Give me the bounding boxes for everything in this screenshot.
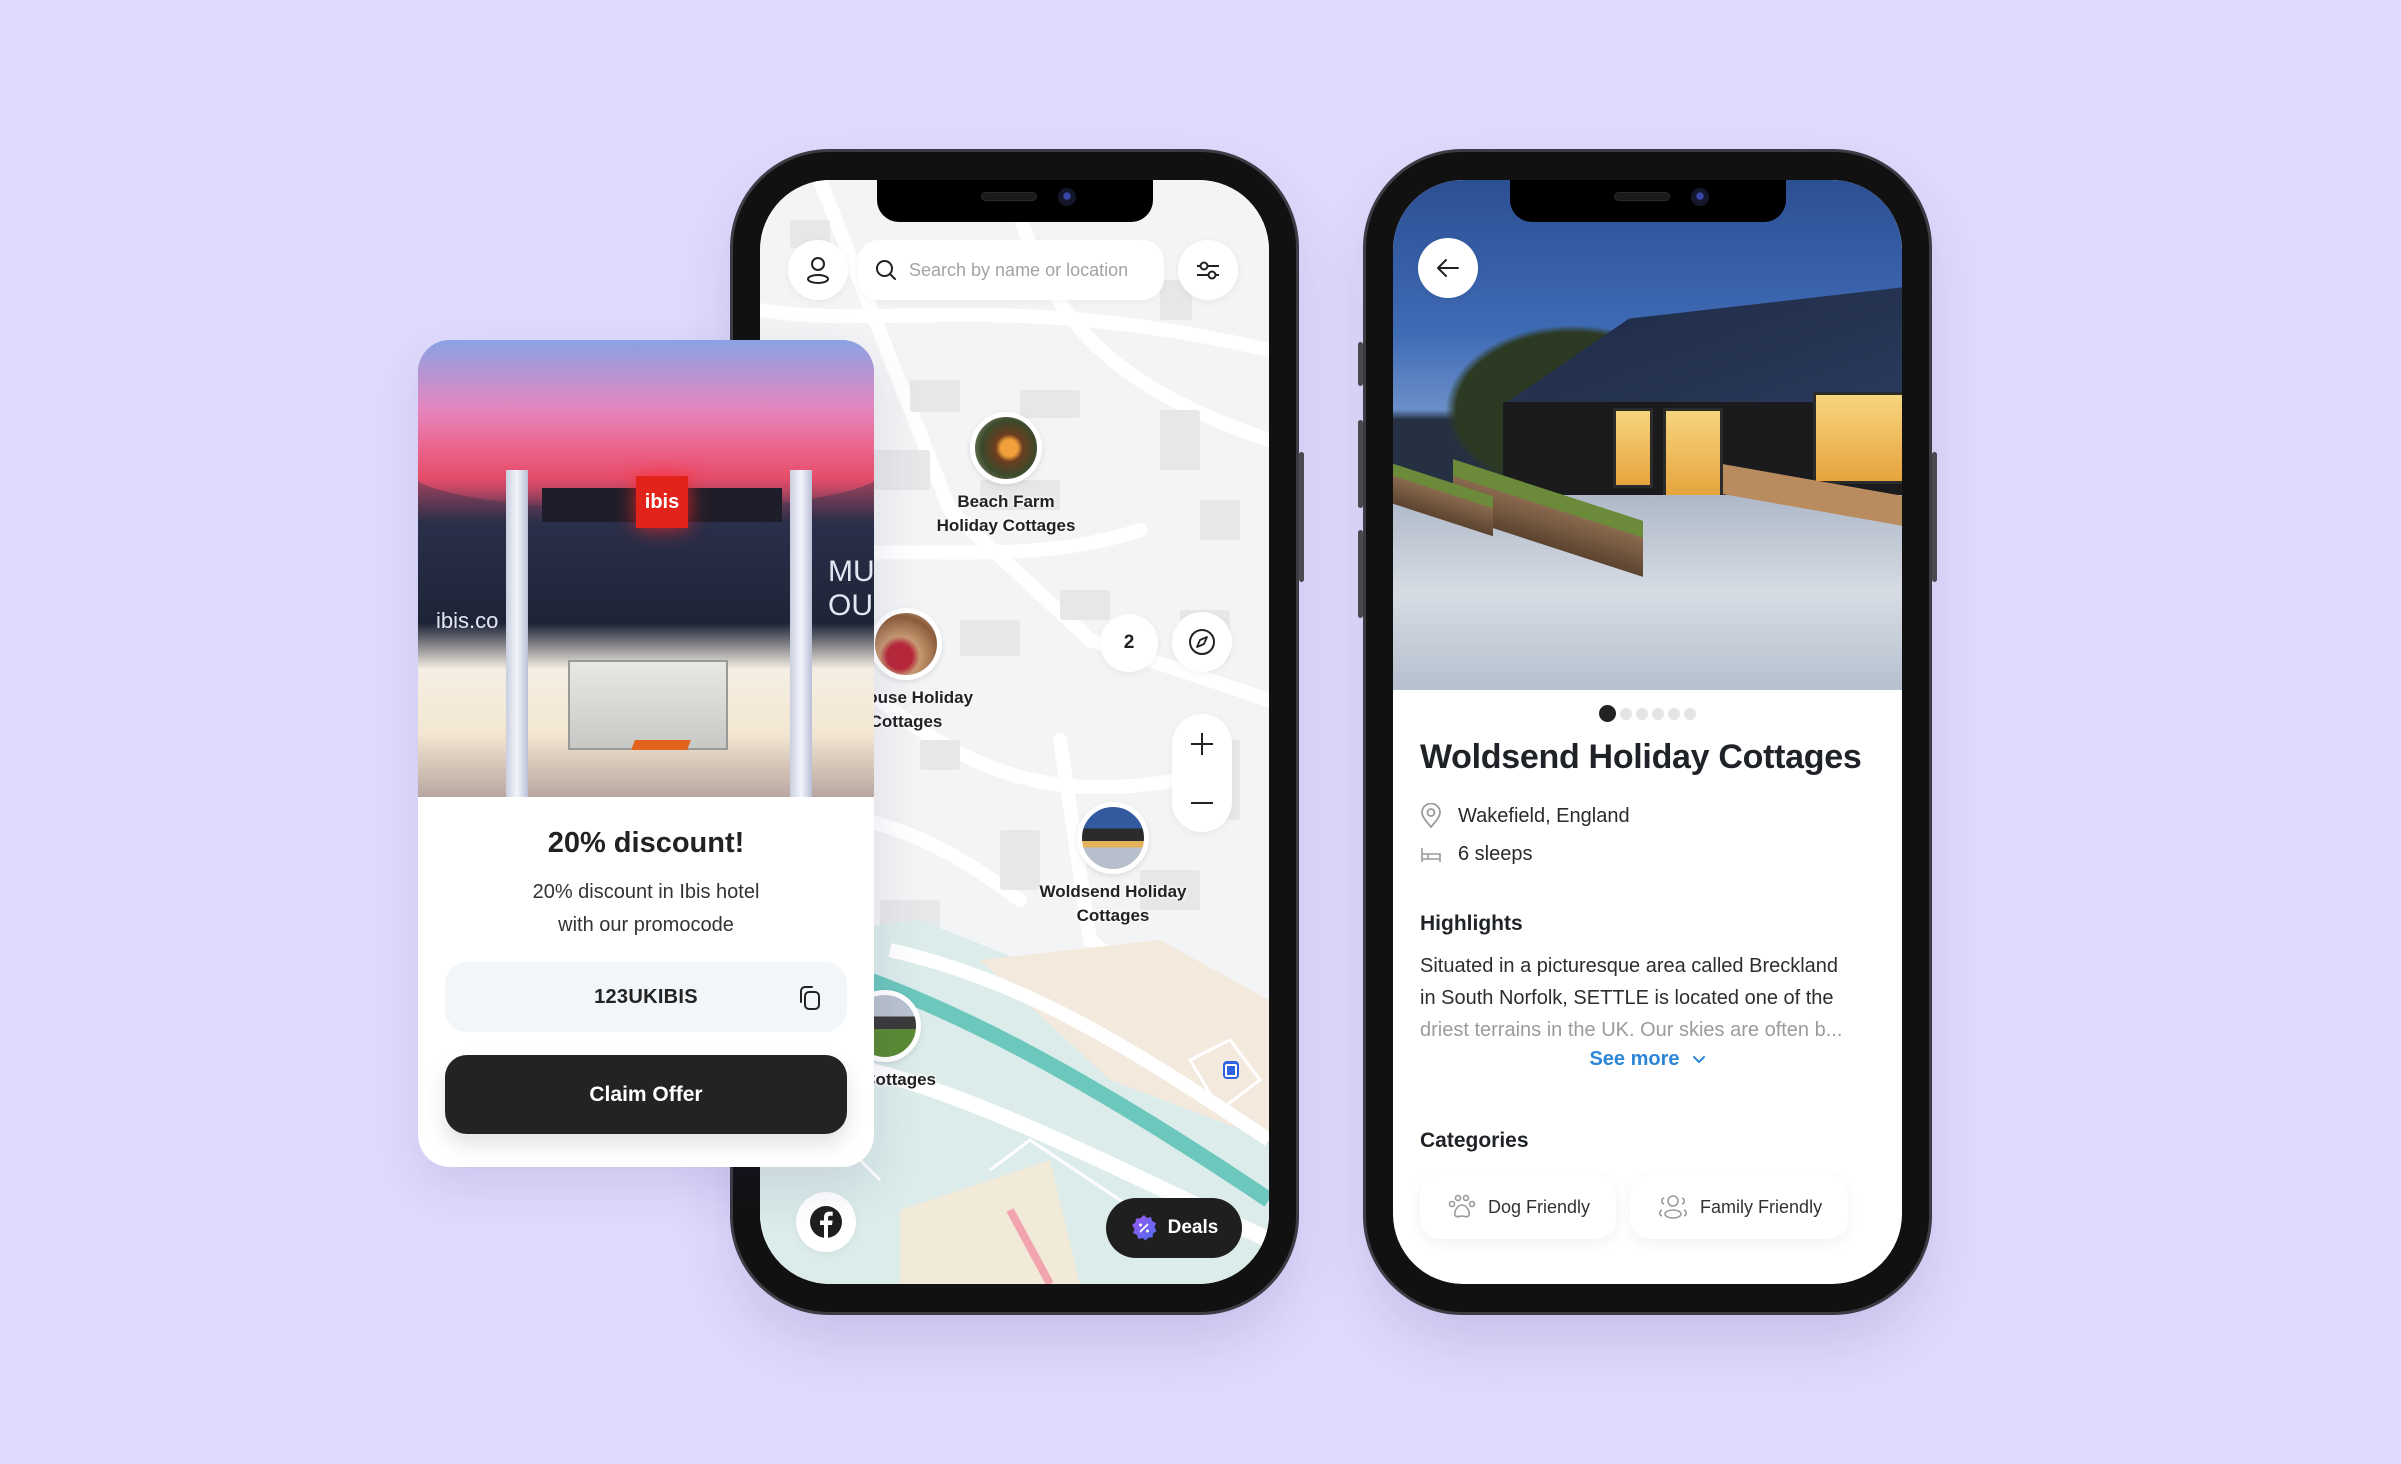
claim-offer-button[interactable]: Claim Offer	[445, 1055, 847, 1134]
property-title: Woldsend Holiday Cottages	[1420, 738, 1862, 776]
search-bar[interactable]	[857, 240, 1164, 300]
bed-icon	[1421, 847, 1441, 862]
phone-side-button	[1358, 530, 1363, 618]
copy-icon	[800, 986, 820, 1010]
bus-stop-icon[interactable]	[1223, 1061, 1239, 1079]
offer-card: ibis ibis.co MU OU 20% discount! 20% dis…	[418, 340, 874, 1167]
hotel-entrance	[568, 660, 728, 750]
category-chip-dog-friendly[interactable]: Dog Friendly	[1420, 1175, 1617, 1239]
categories-list: Dog Friendly Family Friendly	[1420, 1175, 1875, 1239]
window-graphic	[1613, 408, 1653, 488]
entrance-mat	[631, 740, 691, 750]
pager-dot[interactable]	[1620, 707, 1632, 720]
category-label: Family Friendly	[1700, 1196, 1823, 1217]
pager-dot[interactable]	[1652, 707, 1664, 720]
minus-icon	[1191, 801, 1213, 804]
marker-thumbnail	[970, 412, 1042, 484]
deals-label: Deals	[1167, 1217, 1219, 1238]
window-graphic	[1663, 408, 1723, 498]
phone-notch	[876, 180, 1153, 222]
marker-label: Beach Farm Holiday Cottages	[936, 492, 1076, 535]
offer-description-line: with our promocode	[558, 914, 734, 936]
see-more-label: See more	[1589, 1048, 1680, 1070]
highlights-line: in South Norfolk, SETTLE is located one …	[1420, 987, 1834, 1009]
user-icon	[807, 257, 829, 284]
chevron-down-icon	[1692, 1056, 1705, 1064]
hotel-sign-text: MU OU	[828, 555, 874, 622]
phone-side-button	[1299, 452, 1304, 582]
pager-dot[interactable]	[1684, 707, 1696, 720]
pager-dot-active[interactable]	[1599, 705, 1616, 722]
zoom-in-button[interactable]	[1172, 716, 1232, 772]
property-location: Wakefield, England	[1458, 804, 1630, 827]
hotel-image: ibis ibis.co MU OU	[418, 340, 874, 797]
back-button[interactable]	[1418, 238, 1478, 298]
window-graphic	[1813, 392, 1902, 484]
zoom-out-button[interactable]	[1172, 775, 1232, 831]
filter-button[interactable]	[1178, 240, 1238, 300]
search-input[interactable]	[909, 259, 1149, 281]
sleeps-row: 6 sleeps	[1420, 843, 1875, 866]
pager-dot[interactable]	[1668, 707, 1680, 720]
category-label: Dog Friendly	[1488, 1196, 1591, 1217]
map-marker-beach-farm[interactable]: Beach Farm Holiday Cottages	[916, 412, 1096, 538]
compass-icon	[1189, 629, 1215, 655]
sliders-icon	[1197, 261, 1219, 280]
deals-button[interactable]: Deals	[1106, 1198, 1242, 1258]
pillar-graphic	[506, 470, 528, 797]
offer-description-line: 20% discount in Ibis hotel	[532, 881, 760, 903]
promo-code-box: 123UKIBIS	[445, 962, 847, 1032]
profile-button[interactable]	[788, 240, 848, 300]
property-sleeps: 6 sleeps	[1458, 843, 1533, 865]
see-more-button[interactable]: See more	[1420, 1048, 1875, 1071]
ibis-logo: ibis	[636, 476, 688, 528]
facebook-icon	[810, 1206, 842, 1238]
search-icon	[876, 260, 896, 280]
highlights-line: driest terrains in the UK. Our skies are…	[1420, 1019, 1843, 1041]
locate-button[interactable]	[1172, 612, 1232, 672]
phone-side-button	[1358, 420, 1363, 508]
family-icon	[1659, 1195, 1688, 1219]
category-chip-family-friendly[interactable]: Family Friendly	[1630, 1175, 1849, 1239]
image-pager	[1393, 705, 1902, 722]
marker-thumbnail	[870, 608, 942, 680]
zoom-controls	[1172, 714, 1232, 832]
phone-side-button	[1358, 342, 1363, 386]
arrow-left-icon	[1437, 259, 1459, 277]
categories-heading: Categories	[1420, 1129, 1529, 1152]
highlights-text: Situated in a picturesque area called Br…	[1420, 950, 1875, 1046]
offer-title: 20% discount!	[547, 827, 745, 859]
marker-label: Woldsend Holiday Cottages	[1039, 882, 1187, 925]
location-pin-icon	[1421, 803, 1441, 829]
promo-code: 123UKIBIS	[594, 985, 698, 1008]
phone-side-button	[1932, 452, 1937, 582]
phone-notch	[1509, 180, 1786, 222]
facebook-button[interactable]	[796, 1192, 856, 1252]
pillar-graphic	[790, 470, 812, 797]
paw-icon	[1448, 1194, 1476, 1218]
hotel-sign-text: ibis.co	[436, 608, 499, 633]
highlights-line: Situated in a picturesque area called Br…	[1420, 955, 1839, 977]
pager-dot[interactable]	[1636, 707, 1648, 720]
marker-thumbnail	[1077, 802, 1149, 874]
plus-icon	[1191, 732, 1213, 755]
detail-phone: Woldsend Holiday Cottages Wakefield, Eng…	[1358, 152, 1937, 1312]
offer-description: 20% discount in Ibis hotel with our prom…	[445, 876, 847, 942]
detail-screen: Woldsend Holiday Cottages Wakefield, Eng…	[1393, 180, 1902, 1284]
location-row: Wakefield, England	[1420, 803, 1875, 829]
copy-code-button[interactable]	[797, 984, 823, 1015]
map-cluster-badge[interactable]: 2	[1100, 614, 1158, 672]
discount-badge-icon	[1131, 1215, 1157, 1241]
highlights-heading: Highlights	[1420, 912, 1523, 935]
